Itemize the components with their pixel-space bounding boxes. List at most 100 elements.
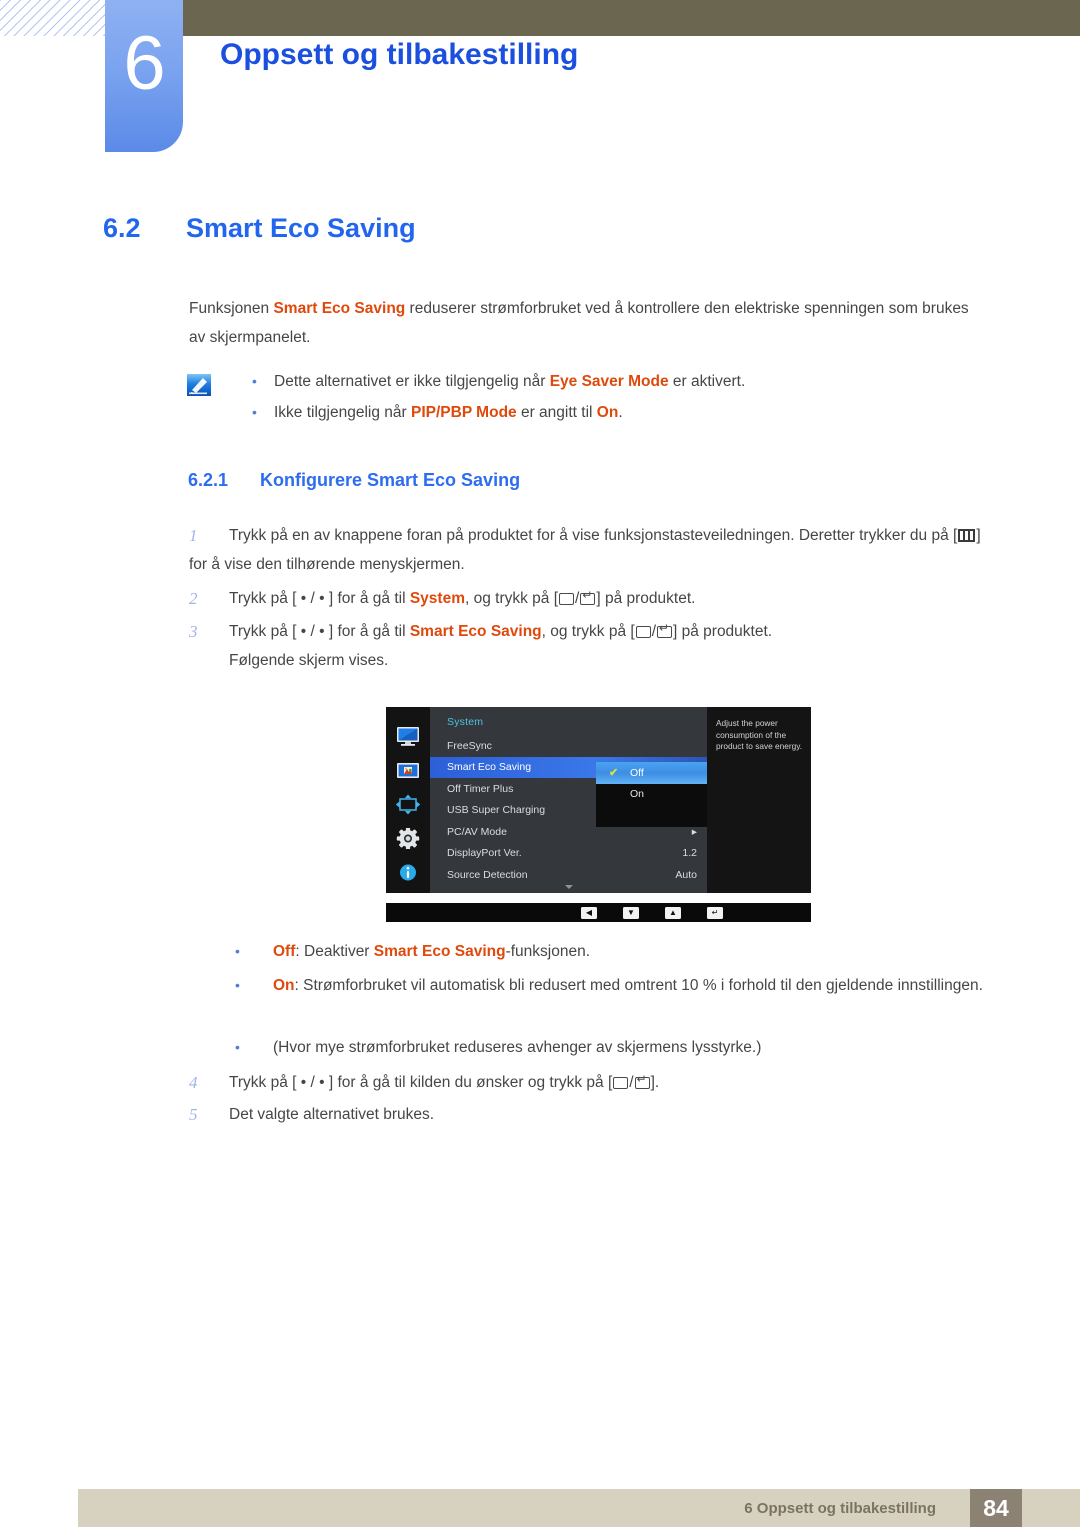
monitor-display-icon[interactable] (395, 726, 421, 747)
step-text-a: Trykk på en av knappene foran på produkt… (229, 527, 958, 544)
osd-item-value: Auto (675, 868, 697, 881)
step-text: Trykk på [ • / • ] for å gå til kilden d… (229, 1073, 660, 1091)
step-followup: Følgende skjerm vises. (189, 646, 999, 675)
intro-text-a: Funksjonen (189, 300, 274, 317)
osd-menu-item-source-detection[interactable]: Source Detection Auto (430, 864, 707, 886)
section-title: Smart Eco Saving (186, 213, 416, 243)
back-key-icon (635, 626, 651, 638)
osd-help-text: Adjust the power consumption of the prod… (707, 707, 811, 893)
osd-item-label: DisplayPort Ver. (447, 847, 522, 860)
enter-key-icon (580, 589, 596, 605)
note-highlight-2: On (596, 404, 619, 421)
osd-item-label: Smart Eco Saving (447, 761, 532, 774)
check-icon: ✔ (609, 767, 619, 780)
note-text-a: Dette alternativet er ikke tilgjengelig … (274, 373, 550, 390)
gear-system-icon[interactable] (395, 828, 421, 849)
step-number: 2 (189, 589, 198, 608)
note-bullet: Dette alternativet er ikke tilgjengelig … (238, 366, 986, 397)
enter-key-icon (634, 1073, 650, 1089)
menu-key-icon (958, 529, 976, 542)
option-text: On: Strømforbruket vil automatisk bli re… (273, 977, 983, 994)
section-heading: 6.2 Smart Eco Saving (103, 213, 416, 244)
osd-submenu-label: On (630, 788, 645, 801)
back-key-icon (559, 593, 575, 605)
footer-text: 6 Oppsett og tilbakestilling (744, 1500, 936, 1517)
chapter-title: Oppsett og tilbakestilling (220, 38, 579, 71)
subsection-title: Konfigurere Smart Eco Saving (260, 470, 521, 490)
step-text-c: ] på produktet. (673, 623, 773, 640)
option-text: Off: Deaktiver Smart Eco Saving-funksjon… (273, 943, 590, 960)
note-bullet-list: Dette alternativet er ikke tilgjengelig … (238, 366, 986, 428)
osd-down-button-icon[interactable]: ▼ (623, 906, 639, 919)
picture-color-icon[interactable] (395, 760, 421, 781)
step-number: 5 (189, 1105, 198, 1124)
step-number: 3 (189, 622, 198, 641)
osd-up-button-icon[interactable]: ▲ (665, 906, 681, 919)
osd-item-label: USB Super Charging (447, 804, 546, 817)
note-highlight: Eye Saver Mode (549, 373, 669, 390)
step-text: Trykk på [ • / • ] for å gå til Smart Ec… (229, 622, 773, 640)
note-text-b: er aktivert. (668, 373, 746, 390)
step-text-c: ] på produktet. (596, 590, 696, 607)
osd-item-value: ▸ (691, 825, 697, 838)
osd-item-value: 1.2 (682, 847, 697, 860)
option-bullet-off: Off: Deaktiver Smart Eco Saving-funksjon… (235, 936, 995, 967)
chapter-tab: 6 (105, 0, 183, 152)
option-text-b: -funksjonen. (505, 943, 591, 960)
chapter-number: 6 (123, 21, 165, 106)
step-item: 4 Trykk på [ • / • ] for å gå til kilden… (189, 1068, 999, 1097)
subsection-number: 6.2.1 (188, 470, 229, 490)
step-text: Trykk på en av knappene foran på produkt… (189, 527, 981, 573)
note-text-c: . (618, 404, 623, 421)
osd-button-bar: ◀ ▼ ▲ ↵ (386, 903, 811, 922)
option-highlight: Smart Eco Saving (373, 943, 506, 960)
header-olive-band (180, 0, 1080, 36)
osd-item-label: Off Timer Plus (447, 782, 514, 795)
info-icon[interactable] (395, 862, 421, 883)
back-key-icon (613, 1077, 629, 1089)
option-text-a: : Strømforbruket vil automatisk bli redu… (294, 977, 983, 994)
osd-item-label: Source Detection (447, 868, 528, 881)
subsection-heading: 6.2.1 Konfigurere Smart Eco Saving (188, 470, 520, 491)
option-label: On (273, 977, 295, 994)
step-highlight: Smart Eco Saving (409, 623, 542, 640)
step-item: 5 Det valgte alternativet brukes. (189, 1100, 999, 1129)
step-item: 2 Trykk på [ • / • ] for å gå til System… (189, 584, 999, 613)
step-text-a: Trykk på [ • / • ] for å gå til kilden d… (229, 1074, 613, 1091)
step-followup-text: Følgende skjerm vises. (229, 652, 389, 669)
option-extra-text: (Hvor mye strømforbruket reduseres avhen… (273, 1039, 762, 1056)
osd-submenu-label: Off (630, 766, 644, 779)
pip-arrows-icon[interactable] (395, 794, 421, 815)
step-text-b: , og trykk på [ (541, 623, 635, 640)
osd-menu-item-displayport-ver[interactable]: DisplayPort Ver. 1.2 (430, 843, 707, 865)
note-highlight: PIP/PBP Mode (411, 404, 517, 421)
step-text: Trykk på [ • / • ] for å gå til System, … (229, 589, 696, 607)
option-text-a: : Deaktiver (295, 943, 374, 960)
osd-menu-item-freesync[interactable]: FreeSync (430, 735, 707, 757)
note-text-b: er angitt til (516, 404, 597, 421)
step-text-b: , og trykk på [ (465, 590, 559, 607)
intro-paragraph: Funksjonen Smart Eco Saving reduserer st… (189, 294, 989, 352)
document-page: 6 Oppsett og tilbakestilling 6.2 Smart E… (0, 0, 1080, 1527)
osd-left-button-icon[interactable]: ◀ (581, 906, 597, 919)
step-text: Det valgte alternativet brukes. (229, 1106, 435, 1123)
enter-key-icon (657, 622, 672, 638)
osd-item-label: PC/AV Mode (447, 825, 507, 838)
note-block: Dette alternativet er ikke tilgjengelig … (186, 366, 986, 428)
step-number: 4 (189, 1073, 198, 1092)
osd-screenshot: System FreeSync Smart Eco Saving Off Tim… (386, 707, 811, 922)
step-text-a: Trykk på [ • / • ] for å gå til (229, 623, 410, 640)
note-text-a: Ikke tilgjengelig når (274, 404, 411, 421)
step-text-c: ]. (650, 1074, 660, 1091)
option-extra-note: (Hvor mye strømforbruket reduseres avhen… (235, 1032, 995, 1063)
osd-enter-button-icon[interactable]: ↵ (707, 906, 723, 919)
step-number: 1 (189, 526, 198, 545)
option-label: Off (273, 943, 296, 960)
option-bullet-on: On: Strømforbruket vil automatisk bli re… (235, 970, 995, 1001)
osd-panel: System FreeSync Smart Eco Saving Off Tim… (386, 707, 811, 893)
step-item: 1 Trykk på en av knappene foran på produ… (189, 521, 999, 579)
chevron-down-icon[interactable] (564, 885, 573, 889)
step-highlight: System (409, 590, 465, 607)
step-text-a: Trykk på [ • / • ] for å gå til (229, 590, 410, 607)
note-bullet: Ikke tilgjengelig når PIP/PBP Mode er an… (238, 397, 986, 428)
